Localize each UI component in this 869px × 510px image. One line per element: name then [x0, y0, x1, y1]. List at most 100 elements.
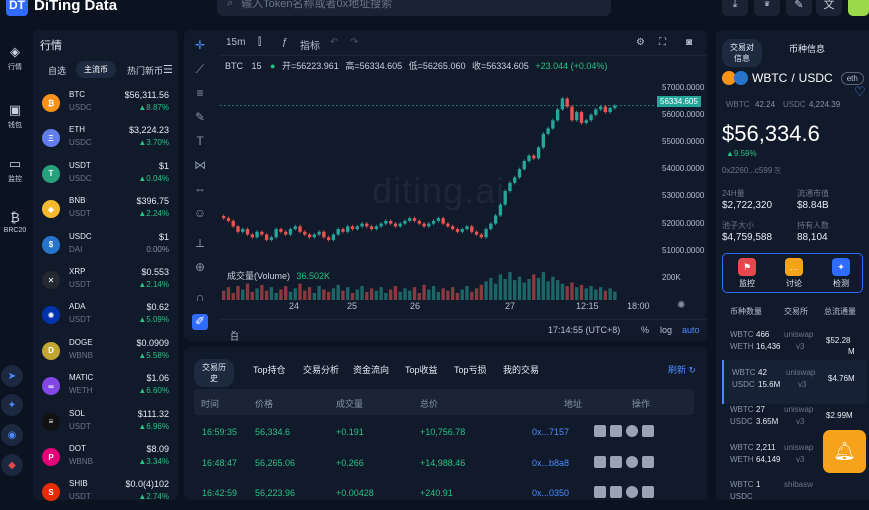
percent-toggle[interactable]: %: [641, 325, 649, 335]
detect-button[interactable]: ✦ 检测: [821, 258, 861, 289]
pen-icon[interactable]: ✎: [192, 110, 208, 126]
trade-row[interactable]: 16:48:47 56,265.06 +0.266 +14,988.46 0x...b8…: [194, 450, 694, 480]
time-axis-tick: 24: [289, 301, 300, 311]
discord-icon[interactable]: ◉: [1, 424, 23, 446]
lock-drawing-icon[interactable]: ✐: [192, 314, 208, 330]
indicator-button[interactable]: 指标: [300, 37, 320, 52]
text-icon[interactable]: T: [192, 134, 208, 150]
tab-hot-new[interactable]: 热门新币: [127, 64, 163, 77]
redo-icon[interactable]: ↷: [350, 37, 358, 48]
emoji-icon[interactable]: ☺: [192, 206, 208, 222]
ruler-icon[interactable]: ⟂: [192, 236, 208, 252]
magnet-icon[interactable]: ∩: [192, 290, 208, 306]
edit-button[interactable]: ✎: [786, 0, 812, 16]
market-row[interactable]: ✺ ADA USDT $0.62 ▲5.09%: [33, 298, 178, 333]
chart-icon[interactable]: [594, 455, 606, 468]
indicator-icon[interactable]: ƒ: [282, 37, 288, 48]
tab-my-trades[interactable]: 我的交易: [503, 363, 539, 376]
zoom-icon[interactable]: ⊕: [192, 260, 208, 276]
nav-item-monitor[interactable]: ▭ 监控: [0, 156, 30, 184]
twitter-icon[interactable]: ✦: [1, 394, 23, 416]
app-icon[interactable]: ◆: [1, 454, 23, 476]
volume-bar: [388, 289, 393, 300]
chart-settings-icon[interactable]: ✺: [677, 300, 685, 311]
favorite-heart-icon[interactable]: ♡: [854, 84, 866, 100]
candle: [403, 220, 407, 224]
tab-mainstream[interactable]: 主流币: [76, 61, 116, 78]
market-row[interactable]: ∞ MATIC WETH $1.06 ▲6.60%: [33, 369, 178, 404]
chart-icon[interactable]: [594, 425, 606, 437]
interval-select[interactable]: 15m: [226, 37, 245, 48]
monitor-button[interactable]: ⚑ 监控: [727, 258, 767, 289]
auto-toggle[interactable]: auto: [682, 325, 700, 335]
candle: [379, 223, 383, 227]
refresh-button[interactable]: 刷新 ↻: [668, 363, 696, 376]
volume-bar: [474, 288, 479, 300]
candle: [350, 226, 355, 230]
trendline-icon[interactable]: ⟋: [192, 62, 208, 78]
measure-icon[interactable]: ⇔: [192, 182, 208, 198]
tx-icon[interactable]: [626, 486, 638, 498]
market-row[interactable]: ◆ BNB USDT $396.75 ▲2.24%: [33, 192, 178, 227]
menu-icon[interactable]: ☰: [163, 63, 173, 76]
nav-item-wallet[interactable]: ▣ 钱包: [0, 102, 30, 130]
chart-icon[interactable]: [594, 486, 606, 498]
market-row[interactable]: ≡ SOL USDT $111.32 ▲6.96%: [33, 405, 178, 440]
tx-icon[interactable]: [626, 455, 638, 468]
tab-trade-history[interactable]: 交易历史: [194, 359, 234, 387]
tab-top-holders[interactable]: Top持仓: [253, 363, 286, 376]
nav-item-market[interactable]: ◈ 行情: [0, 44, 30, 72]
tab-fund-flow[interactable]: 资金流向: [353, 363, 389, 376]
vip-button[interactable]: ♛: [754, 0, 780, 16]
market-row[interactable]: Ξ ETH USDC $3,224.23 ▲3.70%: [33, 121, 178, 156]
trade-address[interactable]: 0x...7157: [532, 427, 569, 437]
pattern-icon[interactable]: ⋈: [192, 158, 208, 174]
undo-icon[interactable]: ↶: [330, 37, 338, 48]
tab-token-info[interactable]: 币种信息: [789, 42, 825, 55]
crosshair-icon[interactable]: ✛: [192, 38, 208, 54]
discuss-button[interactable]: … 讨论: [774, 258, 814, 289]
search-input[interactable]: ⌕ 输入Token名称或者0x地址搜索: [217, 0, 611, 16]
logo[interactable]: DT DiTing Data: [6, 0, 117, 16]
candle: [460, 229, 464, 232]
filter-icon[interactable]: [642, 425, 654, 437]
nav-item-brc20[interactable]: ₿ BRC20: [0, 210, 30, 234]
lines-icon[interactable]: ≡: [192, 86, 208, 102]
trade-row[interactable]: 16:59:35 56,334.6 +0.191 +10,756.78 0x...715…: [194, 419, 694, 449]
date-range-button[interactable]: 日期范围 ⌄: [230, 325, 239, 341]
tab-trade-analysis[interactable]: 交易分析: [303, 363, 339, 376]
market-row[interactable]: S SHIB USDT $0.0(4)102 ▲2.74%: [33, 475, 178, 510]
filter-icon[interactable]: [642, 486, 654, 498]
market-row[interactable]: ✕ XRP USDT $0.553 ▲2.14%: [33, 263, 178, 298]
market-row[interactable]: D DOGE WBNB $0.0909 ▲5.58%: [33, 334, 178, 369]
settings-icon[interactable]: ⚙: [636, 37, 645, 48]
fullscreen-icon[interactable]: ⛶: [659, 37, 666, 48]
trade-row[interactable]: 16:42:59 56,223.96 +0.00428 +240.91 0x...035…: [194, 480, 694, 500]
filter-icon[interactable]: [642, 455, 654, 468]
market-row[interactable]: P DOT WBNB $8.09 ▲3.34%: [33, 440, 178, 475]
market-row[interactable]: T USDT USDC $1 ▲0.04%: [33, 157, 178, 192]
market-row[interactable]: $ USDC DAI $1 0.00%: [33, 228, 178, 263]
wallet-icon[interactable]: [610, 455, 622, 468]
notification-bell-button[interactable]: 🔔︎: [823, 430, 866, 473]
trade-address[interactable]: 0x...0350: [532, 488, 569, 498]
tx-icon[interactable]: [626, 425, 638, 437]
wallet-icon[interactable]: [610, 425, 622, 437]
avatar[interactable]: [848, 0, 869, 16]
trade-address[interactable]: 0x...b8a8: [532, 458, 569, 468]
download-button[interactable]: ⤓: [722, 0, 748, 16]
camera-icon[interactable]: ◙: [686, 37, 692, 48]
tab-top-loss[interactable]: Top亏损: [454, 363, 487, 376]
telegram-icon[interactable]: ➤: [1, 365, 23, 387]
tab-top-profit[interactable]: Top收益: [405, 363, 438, 376]
contract-address[interactable]: 0x2260...c599 ⎘: [722, 166, 781, 176]
log-toggle[interactable]: log: [660, 325, 672, 335]
language-button[interactable]: 文: [816, 0, 842, 16]
market-row[interactable]: ₿ BTC USDC $56,311.56 ▲8.87%: [33, 86, 178, 121]
tab-favorites[interactable]: 自选: [48, 64, 66, 77]
tab-pair-info[interactable]: 交易对信息: [722, 39, 762, 67]
candle-type-icon[interactable]: ⫿: [258, 37, 261, 48]
volume-bar: [598, 287, 603, 300]
wallet-icon[interactable]: [610, 486, 622, 498]
pool-row[interactable]: WBTC 1 USDC shibasw: [722, 472, 867, 500]
